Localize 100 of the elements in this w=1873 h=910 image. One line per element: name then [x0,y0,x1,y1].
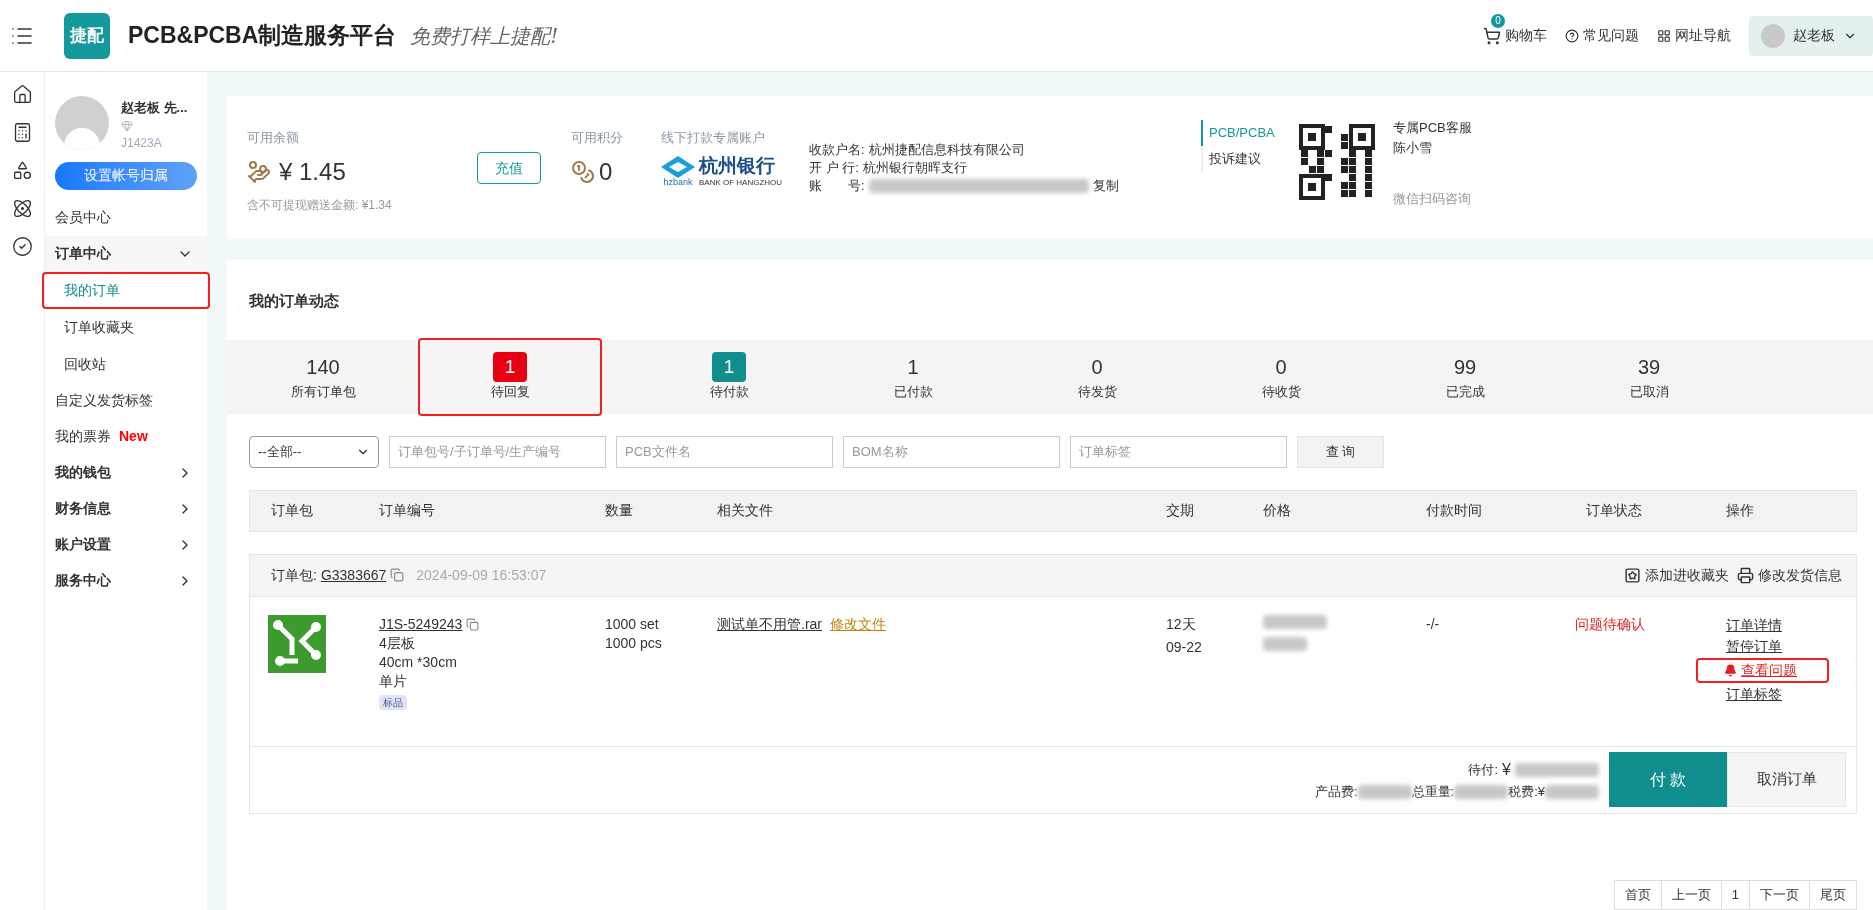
slogan: 免费打样上捷配! [410,22,559,50]
status-tab[interactable]: 39 已取消 [1557,339,1741,414]
star-box-icon [1624,566,1641,584]
status-tab[interactable]: 140 所有订单包 [231,339,415,414]
copy-link[interactable]: 复制 [1092,177,1119,195]
status-select[interactable]: --全部-- [249,435,379,468]
search-field[interactable]: PCB文件名 [616,435,833,468]
count-badge: 1 [493,351,527,382]
pagination-button[interactable]: 下一页 [1749,880,1810,910]
fee-label: 税费:¥ [1508,782,1545,801]
balance-amount: ¥ 1.45 [279,156,346,187]
pagination-button[interactable]: 1 [1720,880,1750,910]
sidebar-group[interactable]: 服务中心 [45,562,207,599]
header-link[interactable]: 常见问题 [1565,25,1639,46]
check-circle-icon[interactable] [11,236,33,257]
fee-label: 总重量: [1411,782,1455,801]
sidebar-group[interactable]: 订单中心 [45,235,207,272]
search-field[interactable]: BOM名称 [843,435,1060,468]
bank-field-label: 收款户名: [809,141,865,159]
pay-button[interactable]: 付 款 [1609,752,1727,807]
cart-icon [1483,26,1501,45]
points-label: 可用积分 [571,129,624,147]
status-label: 已取消 [1629,382,1669,401]
bank-short-name: hzbank [663,177,693,187]
bank-label: 线下打款专属账户 [661,129,766,147]
status-label: 待付款 [709,382,749,401]
fee-label: 产品费: [1314,782,1358,801]
column-header: 订单编号 [378,501,436,520]
package-time: 2024-09-09 16:53:07 [416,565,547,585]
pagination-button[interactable]: 上一页 [1660,880,1722,910]
status-tab[interactable]: 0 待发货 [1005,339,1189,414]
cart-count-badge: 0 [1491,14,1505,28]
sidebar-item[interactable]: 自定义发货标签 [45,382,207,419]
sidebar-subitem[interactable]: 订单收藏夹 [42,308,210,346]
search-field[interactable]: 订单标签 [1070,435,1287,468]
operation-link[interactable]: 订单详情 [1726,614,1782,636]
balance-label: 可用余额 [247,129,300,147]
side-tab[interactable]: 投诉建议 [1201,146,1285,172]
delivery-text: 09-22 [1166,637,1203,657]
status-label: 待收货 [1261,382,1301,401]
cancel-order-button[interactable]: 取消订单 [1727,752,1846,807]
pagination-button[interactable]: 尾页 [1809,880,1857,910]
masked-fee [1454,784,1509,799]
search-field[interactable]: 订单包号/子订单号/生产编号 [389,435,606,468]
sidebar-item[interactable]: 会员中心 [45,199,207,236]
diamond-logo-icon [661,155,695,178]
delivery-text: 12天 [1166,614,1197,634]
user-name: 赵老板 先... [121,99,188,117]
sidebar-group[interactable]: 我的钱包 [45,454,207,491]
operation-link[interactable]: 暂停订单 [1726,635,1782,657]
view-issue-link[interactable]: 查看问题 [1696,657,1829,683]
status-count: 39 [1637,354,1661,380]
masked-price [1263,614,1327,629]
column-header: 操作 [1725,501,1755,520]
status-count: 0 [1091,354,1103,380]
status-tab[interactable]: 1 待回复 [418,337,602,416]
new-label: New [119,427,148,446]
sidebar-subitem[interactable]: 回收站 [42,345,210,383]
masked-fee [1357,784,1412,799]
status-count: 140 [306,354,340,380]
package-action[interactable]: 修改发货信息 [1737,564,1842,586]
masked-price [1263,636,1307,651]
user-menu[interactable]: 赵老板 [1749,15,1873,56]
header-link[interactable]: 网址导航 [1657,25,1731,46]
status-tab[interactable]: 1 待付款 [637,339,821,414]
cart-link[interactable]: 购物车 [1483,25,1547,46]
home-icon[interactable] [11,84,33,105]
status-label: 待回复 [490,382,530,401]
file-link[interactable]: 测试单不用管.rar [717,614,822,634]
query-button[interactable]: 查 询 [1297,435,1384,468]
status-tab[interactable]: 99 已完成 [1373,339,1557,414]
avatar [55,96,109,150]
sidebar-subitem[interactable]: 我的订单 [42,271,210,309]
bank-field-label: 开 户 行: [809,159,859,177]
column-header: 相关文件 [716,501,774,520]
recharge-button[interactable]: 充值 [477,152,541,184]
copy-icon[interactable] [390,568,405,582]
pagination-button[interactable]: 首页 [1613,880,1662,910]
copy-icon[interactable] [466,617,480,631]
service-name: 陈小雪 [1393,138,1433,157]
status-tab[interactable]: 0 待收货 [1189,339,1373,414]
sidebar-item[interactable]: 我的票券 New [45,418,207,455]
grid-icon [1657,28,1671,43]
side-tab[interactable]: PCB/PCBA [1201,120,1285,146]
status-label: 所有订单包 [290,382,356,401]
order-id-link[interactable]: J1S-5249243 [379,614,463,634]
package-id-link[interactable]: G3383667 [320,564,387,586]
package-action[interactable]: 添加进收藏夹 [1624,564,1729,586]
bank-field-label: 账 号: [809,177,865,195]
user-id: J1423A [121,134,163,152]
quantity-text: 1000 set [605,614,660,634]
sidebar-group[interactable]: 财务信息 [45,490,207,527]
sidebar-group[interactable]: 账户设置 [45,526,207,563]
operation-link[interactable]: 订单标签 [1726,683,1782,705]
atom-icon[interactable] [11,198,33,219]
status-tab[interactable]: 1 已付款 [821,339,1005,414]
diamond-icon [121,119,133,132]
shapes-icon[interactable] [11,160,33,181]
balance-note: 含不可提现赠送金额: ¥1.34 [247,196,393,214]
column-header: 交期 [1165,501,1195,520]
